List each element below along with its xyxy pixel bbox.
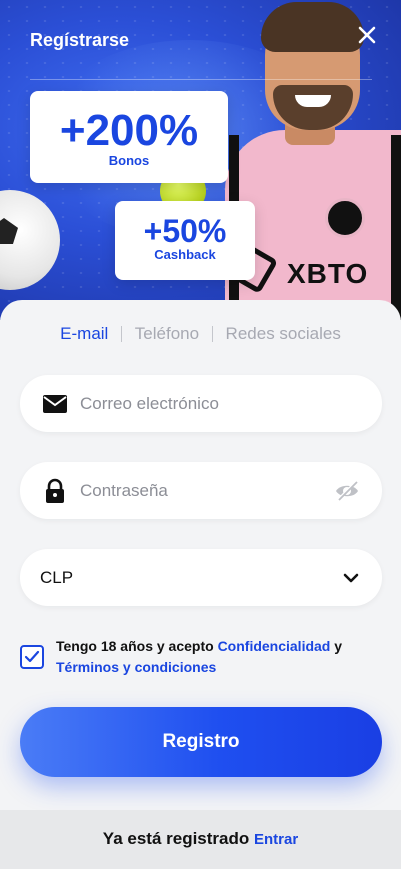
currency-select[interactable]: CLP (20, 549, 382, 606)
close-icon[interactable] (354, 22, 380, 48)
checkmark-icon (24, 650, 40, 663)
login-footer: Ya está registrado Entrar (0, 810, 401, 869)
cashback-amount: +50% (143, 213, 227, 249)
bonus-card-cashback: +50% Cashback (115, 201, 255, 280)
already-registered-text: Ya está registrado (102, 829, 250, 848)
hero-banner: XBTO Regístrarse +200% Bonos +50% Cashba… (0, 0, 401, 320)
login-link[interactable]: Entrar (254, 831, 298, 848)
bonus-label: Bonos (108, 153, 150, 168)
terms-text: Tengo 18 años y acepto Confidencialidad … (56, 636, 376, 678)
tab-divider (121, 325, 123, 342)
tab-email[interactable]: E-mail (60, 324, 108, 344)
mail-icon (42, 391, 68, 417)
email-field[interactable] (20, 375, 382, 432)
bonus-amount: +200% (59, 106, 199, 155)
terms-checkbox[interactable] (20, 645, 44, 669)
registration-method-tabs: E-mail Teléfono Redes sociales (0, 323, 401, 344)
email-input[interactable] (80, 375, 340, 432)
tab-divider (211, 325, 213, 342)
terms-link[interactable]: Términos y condiciones (56, 659, 216, 675)
password-input[interactable] (80, 462, 340, 519)
privacy-link[interactable]: Confidencialidad (218, 638, 331, 654)
password-field[interactable] (20, 462, 382, 519)
register-button[interactable]: Registro (20, 707, 382, 777)
chevron-down-icon (342, 569, 360, 587)
lock-icon (42, 478, 68, 504)
terms-conjunction: y (334, 638, 343, 654)
currency-value: CLP (40, 568, 74, 587)
club-crest-icon (325, 198, 365, 238)
cashback-label: Cashback (154, 247, 216, 262)
tab-social[interactable]: Redes sociales (226, 324, 341, 344)
header-divider (30, 79, 372, 80)
tab-phone[interactable]: Teléfono (135, 324, 199, 344)
bonus-card-200: +200% Bonos (30, 91, 228, 183)
sponsor-text: XBTO (287, 258, 369, 289)
page-title: Regístrarse (30, 30, 130, 50)
eye-off-icon[interactable] (334, 478, 360, 504)
terms-prefix: Tengo 18 años y acepto (56, 638, 214, 654)
